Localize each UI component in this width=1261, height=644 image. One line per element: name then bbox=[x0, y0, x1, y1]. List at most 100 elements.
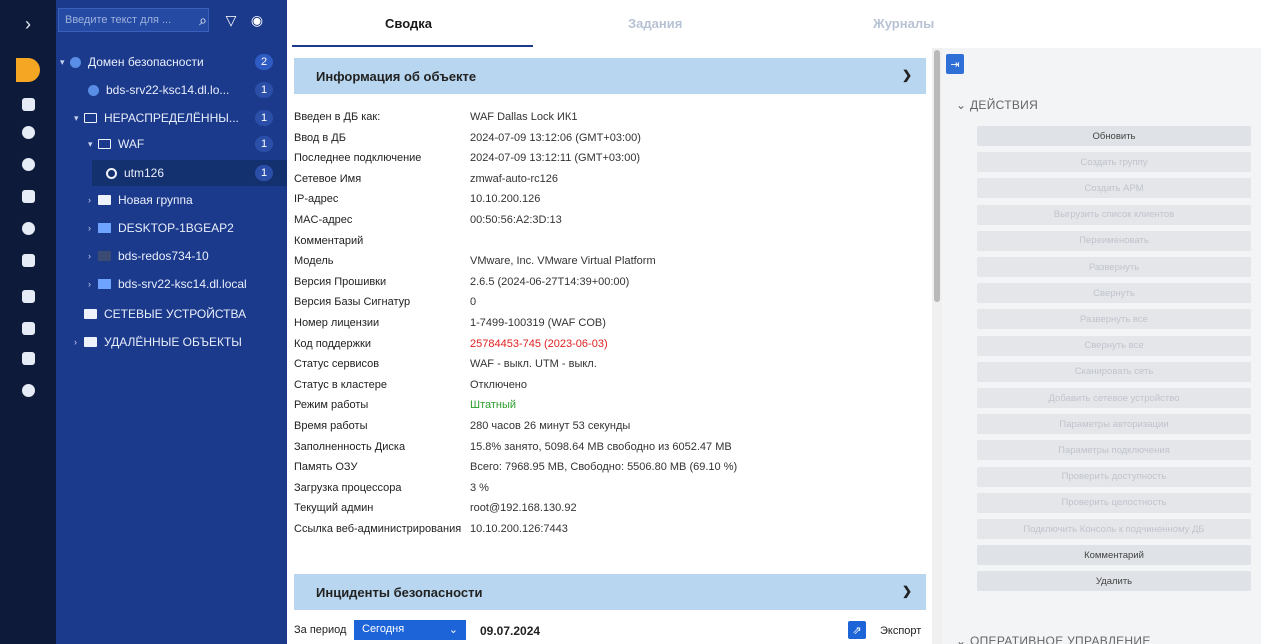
monitor-icon[interactable] bbox=[18, 318, 38, 338]
tree-node-utm126[interactable]: utm126 1 bbox=[92, 160, 287, 186]
tree-node-server[interactable]: bds-srv22-ksc14.dl.lo... 1 bbox=[78, 78, 287, 102]
tree-node-desktop[interactable]: › DESKTOP-1BGEAP2 bbox=[88, 216, 287, 240]
action-button[interactable]: Подключить Консоль к подчиненному ДБ bbox=[977, 519, 1251, 539]
object-info-header[interactable]: Информация об объекте ❯ bbox=[294, 58, 926, 94]
info-value: VMware, Inc. VMware Virtual Platform bbox=[470, 255, 656, 268]
operational-header[interactable]: ⌄ ОПЕРАТИВНОЕ УПРАВЛЕНИЕ bbox=[956, 634, 1151, 644]
filter-icon[interactable]: ▽ bbox=[220, 8, 242, 32]
tree-node-label: УДАЛЁННЫЕ ОБЪЕКТЫ bbox=[104, 335, 242, 349]
tree-node-label: bds-redos734-10 bbox=[118, 249, 209, 263]
tree-node-unassigned[interactable]: ▾ НЕРАСПРЕДЕЛЁННЫ... 1 bbox=[74, 106, 287, 130]
tree-node-label: СЕТЕВЫЕ УСТРОЙСТВА bbox=[104, 307, 247, 321]
actions-header[interactable]: ⌄ ДЕЙСТВИЯ bbox=[956, 98, 1038, 112]
action-button[interactable]: Создать АРМ bbox=[977, 178, 1251, 199]
server-icon[interactable] bbox=[18, 286, 38, 306]
info-key: Ссылка веб-администрирования bbox=[294, 523, 462, 535]
tree-node-removed-objects[interactable]: › УДАЛЁННЫЕ ОБЪЕКТЫ bbox=[74, 330, 287, 354]
action-button[interactable]: Развернуть bbox=[977, 257, 1251, 277]
info-value: WAF - выкл. UTM - выкл. bbox=[470, 358, 597, 371]
search-icon[interactable]: ⌕ bbox=[192, 8, 214, 32]
gear-icon[interactable] bbox=[18, 218, 38, 238]
info-key: Заполненность Диска bbox=[294, 440, 406, 453]
tab-summary[interactable]: Сводка bbox=[385, 16, 432, 31]
domain-icon bbox=[70, 56, 81, 68]
action-button[interactable]: Обновить bbox=[977, 126, 1251, 146]
info-value: 2024-07-09 13:12:11 (GMT+03:00) bbox=[470, 152, 641, 165]
tree-node-network-devices[interactable]: СЕТЕВЫЕ УСТРОЙСТВА bbox=[74, 302, 287, 326]
info-value: 280 часов 26 минут 53 секунды bbox=[470, 420, 631, 432]
period-select[interactable]: Сегодня ⌄ bbox=[354, 620, 466, 640]
action-button[interactable]: Проверить доступность bbox=[977, 466, 1251, 487]
info-value: 10.10.200.126 bbox=[470, 193, 541, 206]
action-button[interactable]: Свернуть bbox=[977, 283, 1251, 304]
period-select-value: Сегодня bbox=[362, 623, 405, 635]
count-badge: 1 bbox=[255, 110, 273, 126]
tree-node-label: НЕРАСПРЕДЕЛЁННЫ... bbox=[104, 111, 239, 125]
object-tree-panel: Введите текст для ... ⌕ ▽ ◉ ▾ Домен безо… bbox=[56, 0, 287, 644]
network-icon[interactable] bbox=[18, 250, 38, 270]
info-key: Версия Прошивки bbox=[294, 275, 387, 288]
computer-icon bbox=[98, 279, 111, 289]
expand-arrow-icon[interactable]: ▾ bbox=[88, 139, 98, 150]
period-label: За период bbox=[294, 624, 347, 636]
action-button[interactable]: Проверить целостность bbox=[977, 492, 1251, 513]
eye-icon[interactable]: ◉ bbox=[246, 8, 268, 32]
info-key: Режим работы bbox=[294, 399, 369, 412]
chevron-down-icon: ⌄ bbox=[448, 624, 458, 636]
tree-node-label: WAF bbox=[118, 137, 145, 151]
info-value: Штатный bbox=[470, 399, 517, 412]
actions-header-label: ДЕЙСТВИЯ bbox=[970, 98, 1039, 112]
content-scrollbar[interactable] bbox=[932, 48, 942, 644]
chevron-down-icon[interactable]: ❯ bbox=[902, 68, 912, 82]
action-button[interactable]: Переименовать bbox=[977, 230, 1251, 251]
collapse-panel-icon[interactable]: ⇥ bbox=[946, 54, 964, 74]
action-button[interactable]: Параметры подключения bbox=[977, 440, 1251, 461]
chevron-down-icon[interactable]: ❯ bbox=[902, 584, 912, 598]
grid-icon[interactable] bbox=[0, 58, 56, 82]
info-value: 3 % bbox=[470, 481, 489, 494]
action-button[interactable]: Свернуть все bbox=[977, 335, 1251, 356]
chevron-down-icon: ⌄ bbox=[956, 634, 967, 644]
action-button[interactable]: Параметры авторизации bbox=[977, 414, 1251, 435]
settings-target-icon[interactable] bbox=[18, 154, 38, 174]
info-icon[interactable] bbox=[18, 380, 38, 400]
computers-icon[interactable] bbox=[18, 94, 38, 114]
action-button[interactable]: Выгрузить список клиентов bbox=[977, 204, 1251, 225]
action-button[interactable]: Развернуть все bbox=[977, 309, 1251, 330]
tree-search-input[interactable]: Введите текст для ... bbox=[58, 8, 209, 32]
action-button[interactable]: Создать группу bbox=[977, 152, 1251, 173]
tree-node-waf[interactable]: ▾ WAF 1 bbox=[88, 132, 287, 156]
tree-node-redos[interactable]: › bds-redos734-10 bbox=[88, 244, 287, 268]
app-window: › Введите текст для ... ⌕ ▽ ◉ ▾ Домен бе… bbox=[0, 0, 1261, 644]
folder-icon bbox=[98, 195, 111, 205]
action-button[interactable]: Добавить сетевое устройство bbox=[977, 388, 1251, 408]
tree-node-label: bds-srv22-ksc14.dl.lo... bbox=[106, 83, 230, 97]
info-key: Последнее подключение bbox=[294, 152, 422, 165]
action-button[interactable]: Сканировать сеть bbox=[977, 361, 1251, 382]
action-button[interactable]: Удалить bbox=[977, 571, 1251, 592]
action-button[interactable]: Комментарий bbox=[977, 545, 1251, 566]
expand-arrow-icon[interactable]: ▾ bbox=[60, 57, 70, 68]
users-icon[interactable] bbox=[18, 186, 38, 206]
tree-node-security-domain[interactable]: ▾ Домен безопасности 2 bbox=[60, 50, 287, 74]
shield-icon[interactable] bbox=[18, 122, 38, 142]
tree-node-new-group[interactable]: › Новая группа bbox=[88, 188, 287, 212]
tree-node-label: Новая группа bbox=[118, 193, 193, 207]
info-key: Статус сервисов bbox=[294, 358, 380, 371]
chevron-right-icon[interactable]: › bbox=[18, 14, 38, 34]
tab-tasks[interactable]: Задания bbox=[628, 16, 682, 31]
info-key: Номер лицензии bbox=[294, 317, 380, 329]
incidents-header[interactable]: Инциденты безопасности ❯ bbox=[294, 574, 926, 610]
expand-arrow-icon[interactable]: ▾ bbox=[74, 113, 84, 124]
tree-node-ksc-local[interactable]: › bds-srv22-ksc14.dl.local bbox=[88, 272, 287, 296]
info-key: Ввод в ДБ bbox=[294, 131, 346, 144]
info-value: root@192.168.130.92 bbox=[470, 502, 577, 515]
export-icon[interactable]: ⇗ bbox=[848, 621, 866, 639]
document-icon[interactable] bbox=[18, 348, 38, 368]
tab-logs[interactable]: Журналы bbox=[873, 16, 934, 31]
export-button[interactable]: Экспорт bbox=[880, 625, 921, 637]
info-key: Введен в ДБ как: bbox=[294, 111, 381, 123]
scrollbar-thumb[interactable] bbox=[934, 50, 940, 302]
info-key: Статус в кластере bbox=[294, 378, 387, 391]
info-value: 00:50:56:A2:3D:13 bbox=[470, 214, 562, 226]
